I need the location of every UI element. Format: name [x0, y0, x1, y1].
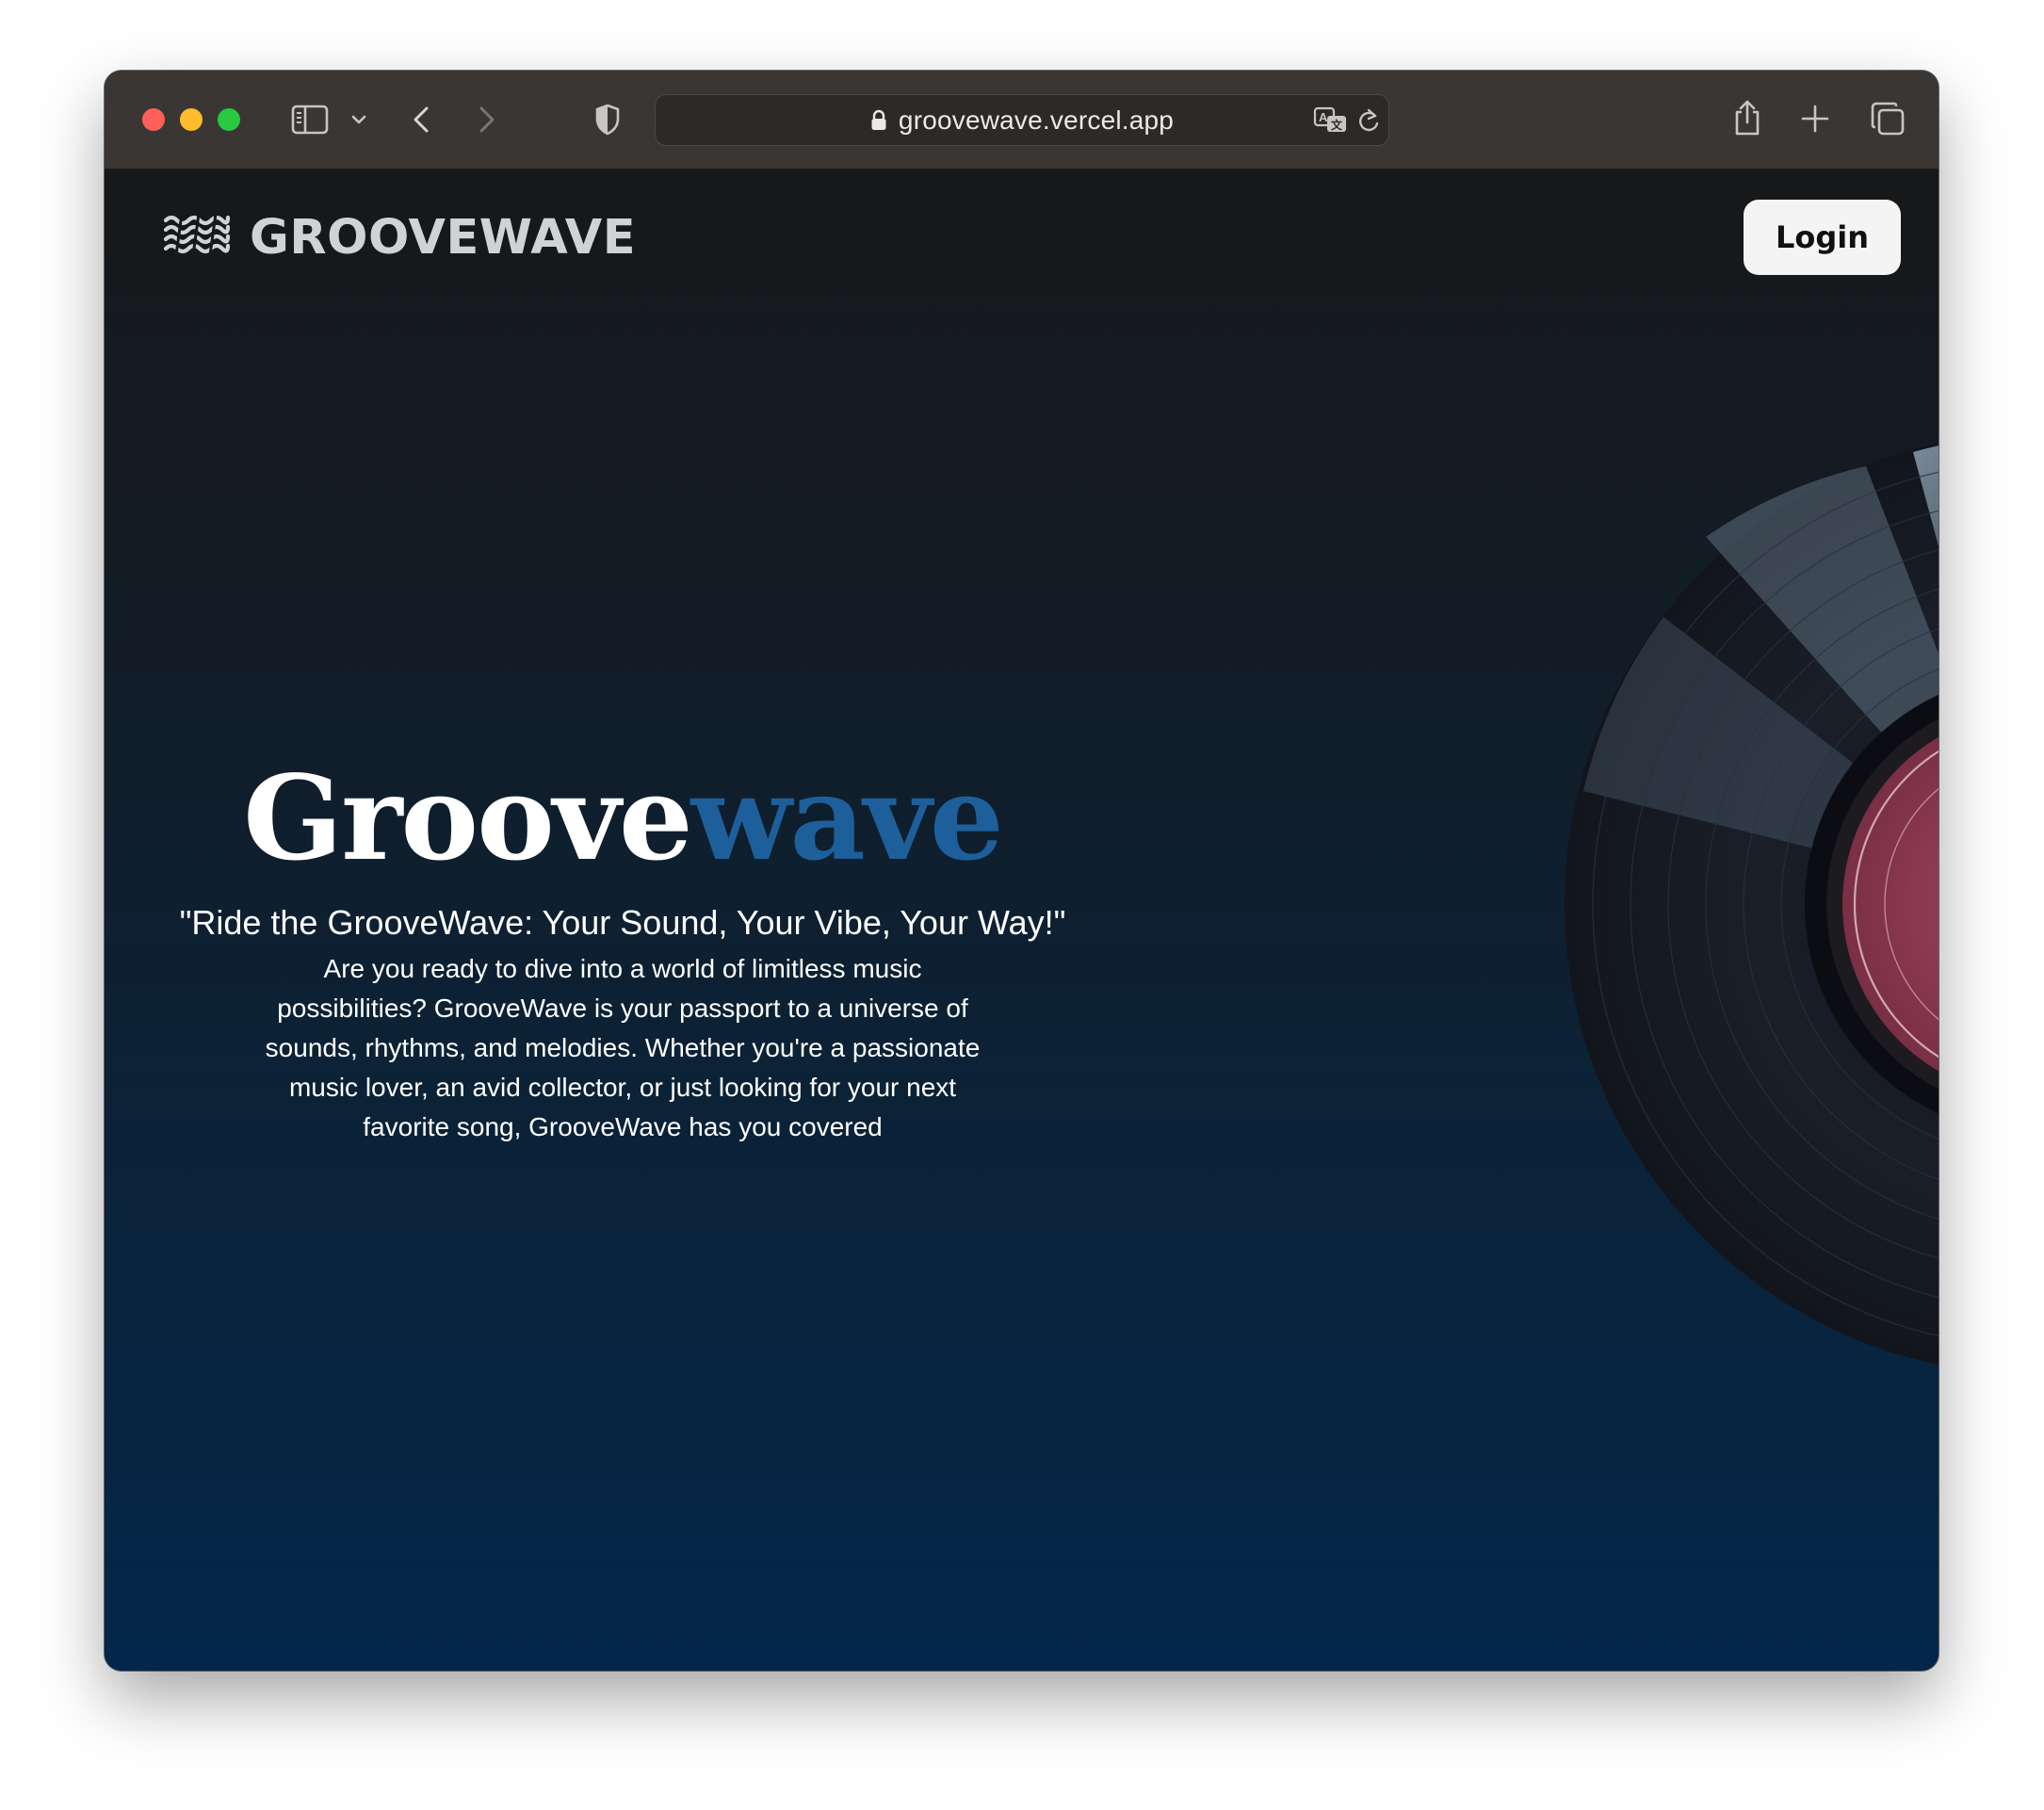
browser-toolbar: groovewave.vercel.app A 文 [105, 71, 1939, 170]
brand-logo[interactable]: GROOVEWAVE [163, 207, 636, 267]
reload-icon[interactable] [1355, 106, 1383, 135]
hero-section: Groovewave "Ride the GrooveWave: Your So… [152, 753, 1094, 1147]
url-text: groovewave.vercel.app [898, 105, 1175, 135]
sidebar-icon[interactable] [289, 103, 331, 137]
chevron-right-icon[interactable] [474, 103, 500, 137]
hero-description: Are you ready to dive into a world of li… [265, 954, 981, 1141]
svg-text:A: A [1319, 110, 1328, 124]
vinyl-record-image [1423, 433, 1939, 1380]
landing-page: GROOVEWAVE Login Groovewave "Ride the Gr… [105, 170, 1939, 1671]
address-bar[interactable]: groovewave.vercel.app A 文 [655, 94, 1389, 146]
svg-text:文: 文 [1331, 118, 1343, 132]
hero-title: Groovewave [152, 753, 1094, 885]
browser-window: groovewave.vercel.app A 文 GROOVEWAVE Log… [105, 71, 1939, 1671]
hero-tagline: "Ride the GrooveWave: Your Sound, Your V… [179, 903, 1066, 942]
hero-title-accent: wave [690, 751, 1004, 887]
login-button[interactable]: Login [1744, 200, 1901, 275]
plus-icon[interactable] [1799, 103, 1831, 135]
share-icon[interactable] [1730, 97, 1764, 138]
minimize-window-button[interactable] [180, 108, 203, 131]
tabs-overview-icon[interactable] [1870, 101, 1906, 137]
chevron-left-icon[interactable] [408, 103, 434, 137]
chevron-down-icon[interactable] [348, 106, 370, 133]
lock-icon [870, 109, 887, 132]
hero-title-main: Groove [243, 751, 693, 887]
shield-icon[interactable] [592, 103, 623, 137]
waves-icon [163, 212, 231, 264]
translate-icon[interactable]: A 文 [1312, 105, 1350, 137]
close-window-button[interactable] [142, 108, 165, 131]
zoom-window-button[interactable] [218, 108, 240, 131]
brand-name: GROOVEWAVE [250, 209, 637, 266]
